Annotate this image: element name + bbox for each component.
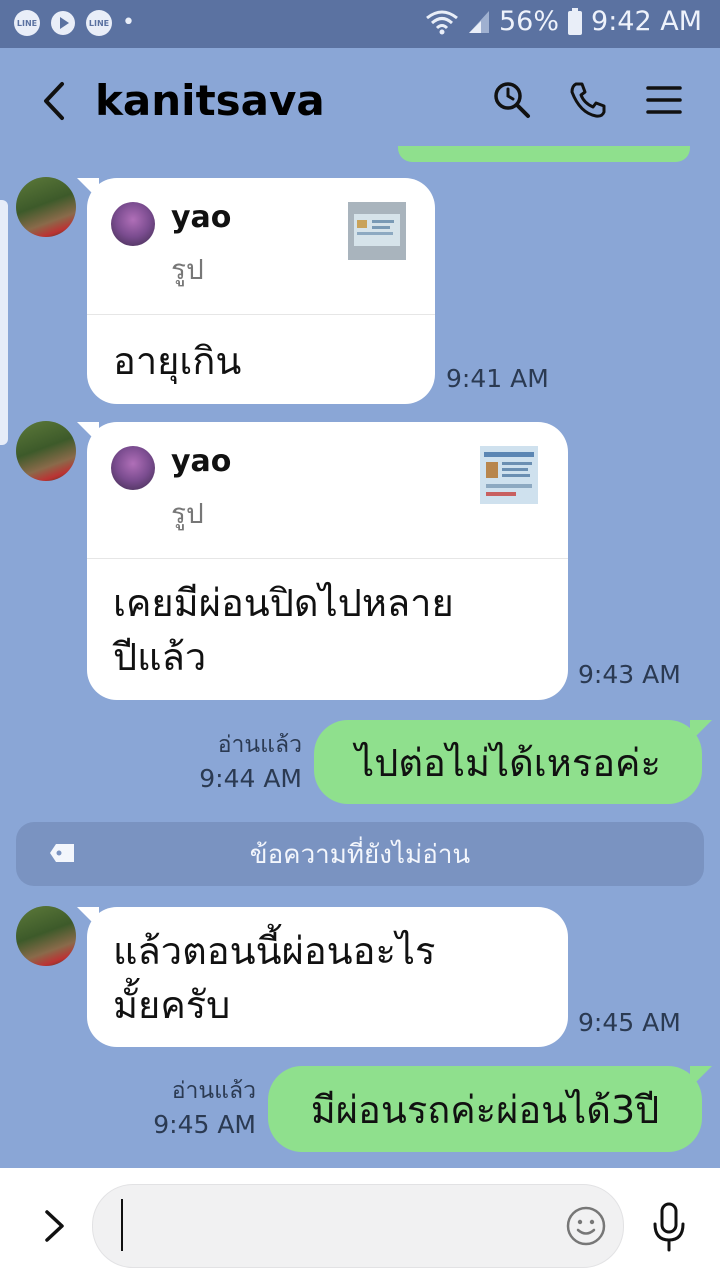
- message-text-line: ปีแล้ว: [113, 635, 207, 679]
- read-receipt: อ่านแล้ว 9:44 AM: [199, 728, 302, 796]
- notification-dot: •: [122, 10, 135, 35]
- read-label: อ่านแล้ว: [217, 732, 302, 758]
- battery-icon: [568, 7, 583, 35]
- reply-type-label: รูป: [171, 253, 204, 286]
- reply-preview[interactable]: yao รูป: [87, 178, 435, 315]
- reply-image-thumbnail: [480, 446, 538, 504]
- line-app-icon: LINE: [14, 10, 40, 36]
- reply-preview[interactable]: yao รูป: [87, 422, 568, 559]
- reply-type-label: รูป: [171, 497, 204, 530]
- reply-sender-name: yao: [171, 200, 232, 235]
- mic-icon[interactable]: [650, 1202, 688, 1252]
- my-message-bubble[interactable]: ไปต่อไม่ได้เหรอค่ะ: [314, 720, 712, 804]
- message-text: แล้วตอนนี้ผ่อนอะไร มั้ยครับ: [113, 924, 435, 1032]
- play-icon: [51, 11, 75, 35]
- unread-divider: ข้อความที่ยังไม่อ่าน: [16, 822, 704, 886]
- message-time: 9:43 AM: [578, 660, 681, 689]
- reply-sender-name: yao: [171, 444, 232, 479]
- chat-header: kanitsava: [0, 48, 720, 160]
- line-app-icon-2: LINE: [86, 10, 112, 36]
- status-right: 56% 9:42 AM: [425, 6, 702, 37]
- expand-icon[interactable]: [40, 1206, 70, 1246]
- previous-message-fragment: [398, 146, 690, 162]
- text-caret: [121, 1199, 123, 1251]
- emoji-icon[interactable]: [565, 1205, 607, 1247]
- wifi-icon: [426, 10, 458, 34]
- chat-title[interactable]: kanitsava: [95, 76, 325, 125]
- message-input[interactable]: [92, 1184, 624, 1268]
- tag-icon: [50, 844, 74, 862]
- message-text-line: เคยมีผ่อนปิดไปหลาย: [113, 581, 454, 625]
- reply-avatar: [111, 202, 155, 246]
- message-time: 9:44 AM: [199, 764, 302, 793]
- message-bubble[interactable]: แล้วตอนนี้ผ่อนอะไร มั้ยครับ: [77, 907, 568, 1047]
- back-icon[interactable]: [38, 78, 68, 124]
- message-text-line: แล้วตอนนี้ผ่อนอะไร: [113, 929, 436, 973]
- reply-image-thumbnail: [348, 202, 406, 260]
- avatar[interactable]: [16, 906, 76, 966]
- message-text: อายุเกิน: [113, 339, 242, 383]
- battery-percent: 56%: [499, 6, 560, 37]
- status-clock: 9:42 AM: [591, 6, 702, 37]
- read-receipt: อ่านแล้ว 9:45 AM: [153, 1074, 256, 1142]
- scroll-edge-indicator[interactable]: [0, 200, 8, 445]
- message-input-bar: [0, 1168, 720, 1280]
- avatar[interactable]: [16, 421, 76, 481]
- message-bubble-reply[interactable]: yao รูป เคยมีผ่อนปิดไปหลาย ปีแล้ว: [77, 422, 568, 700]
- status-bar: LINE LINE • 56% 9:42 AM: [0, 0, 720, 48]
- my-message-bubble[interactable]: มีผ่อนรถค่ะผ่อนได้3ปี: [268, 1066, 712, 1152]
- search-icon[interactable]: [492, 80, 532, 120]
- message-time: 9:41 AM: [446, 364, 549, 393]
- signal-icon: [469, 10, 489, 33]
- menu-icon[interactable]: [644, 80, 684, 120]
- message-time: 9:45 AM: [578, 1008, 681, 1037]
- message-text: เคยมีผ่อนปิดไปหลาย ปีแล้ว: [113, 576, 454, 684]
- message-bubble-reply[interactable]: yao รูป อายุเกิน: [77, 178, 435, 404]
- phone-icon[interactable]: [568, 80, 608, 120]
- read-label: อ่านแล้ว: [171, 1078, 256, 1104]
- avatar[interactable]: [16, 177, 76, 237]
- notification-icons: LINE LINE •: [14, 10, 135, 36]
- message-text-line: มั้ยครับ: [113, 983, 231, 1027]
- reply-avatar: [111, 446, 155, 490]
- unread-divider-label: ข้อความที่ยังไม่อ่าน: [249, 839, 471, 870]
- message-time: 9:45 AM: [153, 1110, 256, 1139]
